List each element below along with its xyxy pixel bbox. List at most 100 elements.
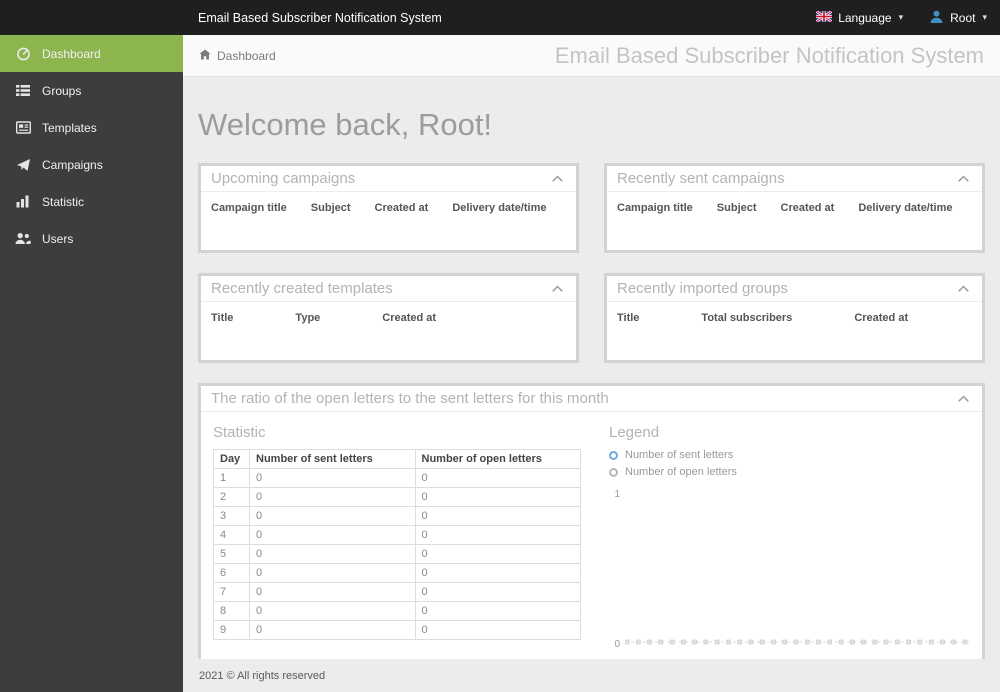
content-area: Dashboard Email Based Subscriber Notific… (183, 35, 1000, 692)
day-cell: 2 (213, 487, 250, 507)
column-header: Title (211, 312, 234, 324)
user-name: Root (950, 10, 976, 25)
chevron-up-icon (958, 395, 969, 402)
table-row: 7 0 0 (213, 582, 581, 602)
collapse-button[interactable] (955, 283, 972, 294)
column-header: Created at (854, 312, 909, 324)
panel-header: Recently created templates (201, 276, 576, 302)
column-header: Created at (374, 202, 429, 214)
open-cell: 0 (414, 620, 581, 640)
day-cell: 7 (213, 582, 250, 602)
collapse-button[interactable] (955, 173, 972, 184)
table-row: 5 0 0 (213, 544, 581, 564)
dashboard-icon (15, 46, 31, 61)
sent-cell: 0 (249, 468, 416, 488)
table-row: 9 0 0 (213, 620, 581, 640)
app-title: Email Based Subscriber Notification Syst… (198, 10, 442, 25)
sidebar-item-label: Groups (42, 83, 82, 98)
collapse-button[interactable] (955, 393, 972, 404)
statistic-column: Statistic Day Number of sent letters Numbe… (213, 414, 591, 646)
column-header: Subject (716, 202, 757, 214)
breadcrumb-current: Dashboard (217, 48, 276, 63)
table-row: 1 0 0 (213, 468, 581, 488)
y-axis-tick-min: 0 (614, 639, 620, 650)
panel-title: Recently sent campaigns (617, 170, 785, 187)
legend-heading: Legend (609, 424, 660, 441)
day-cell: 5 (213, 544, 250, 564)
legend-label: Number of open letters (625, 466, 737, 478)
topbar: Email Based Subscriber Notification Syst… (0, 0, 1000, 35)
breadcrumb[interactable]: Dashboard (199, 49, 276, 63)
statistic-heading: Statistic (213, 424, 266, 441)
column-header: Campaign title (617, 202, 693, 214)
open-cell: 0 (414, 582, 581, 602)
panel-recently-imported-groups: Recently imported groups Title Total subs… (604, 273, 985, 363)
table-row: 6 0 0 (213, 563, 581, 583)
table-body: 1 0 0 2 0 0 3 0 0 4 0 0 5 0 0 6 0 0 7 0 … (213, 468, 581, 640)
open-cell: 0 (414, 506, 581, 526)
table-row: 2 0 0 (213, 487, 581, 507)
panel-header: Upcoming campaigns (201, 166, 576, 192)
collapse-button[interactable] (549, 283, 566, 294)
main-content: Welcome back, Root! Upcoming campaigns C… (183, 107, 1000, 669)
ratio-chart: 1 0 (609, 489, 970, 650)
column-header: Campaign title (211, 202, 287, 214)
user-menu[interactable]: Root ▾ (916, 0, 1000, 35)
panel-body: Title Total subscribers Created at (607, 302, 982, 360)
chart-plot-area (625, 639, 969, 645)
campaigns-icon (15, 158, 31, 172)
users-icon (15, 232, 31, 245)
breadcrumb-bar: Dashboard Email Based Subscriber Notific… (183, 35, 1000, 77)
table-row: 8 0 0 (213, 601, 581, 621)
sidebar-item-templates[interactable]: Templates (0, 109, 183, 146)
day-cell: 8 (213, 601, 250, 621)
column-header: Type (295, 312, 321, 324)
chevron-up-icon (552, 175, 563, 182)
footer: 2021 © All rights reserved (183, 659, 1000, 692)
statistic-icon (15, 195, 31, 208)
legend-item-open[interactable]: Number of open letters (609, 466, 970, 478)
table-headers: Title Type Created at (211, 312, 566, 324)
column-header: Subject (310, 202, 351, 214)
sidebar-item-groups[interactable]: Groups (0, 72, 183, 109)
sidebar: Dashboard Groups Templates Campaigns Sta… (0, 35, 183, 692)
panel-grid: Upcoming campaigns Campaign title Subject… (198, 163, 985, 363)
chevron-up-icon (958, 285, 969, 292)
table-row: 3 0 0 (213, 506, 581, 526)
column-header: Number of sent letters (249, 449, 416, 469)
panel-body: Title Type Created at (201, 302, 576, 360)
column-header: Total subscribers (701, 312, 793, 324)
templates-icon (15, 121, 31, 134)
panel-body: Campaign title Subject Created at Delivery … (607, 192, 982, 250)
table-headers: Campaign title Subject Created at Delivery … (211, 202, 566, 214)
panel-recently-sent-campaigns: Recently sent campaigns Campaign title Su… (604, 163, 985, 253)
groups-icon (15, 84, 31, 97)
legend-item-sent[interactable]: Number of sent letters (609, 449, 970, 461)
column-header: Delivery date/time (858, 202, 953, 214)
day-cell: 9 (213, 620, 250, 640)
uk-flag-icon (815, 9, 833, 25)
sent-cell: 0 (249, 601, 416, 621)
panel-title: The ratio of the open letters to the sen… (211, 390, 609, 407)
caret-down-icon: ▾ (898, 12, 904, 22)
legend-dot-sent-icon (609, 450, 618, 460)
sidebar-item-dashboard[interactable]: Dashboard (0, 35, 183, 72)
column-header: Title (617, 312, 640, 324)
table-headers: Campaign title Subject Created at Delivery … (617, 202, 972, 214)
home-icon (199, 49, 211, 63)
table-row: 4 0 0 (213, 525, 581, 545)
sent-cell: 0 (249, 525, 416, 545)
sidebar-item-campaigns[interactable]: Campaigns (0, 146, 183, 183)
sidebar-item-statistic[interactable]: Statistic (0, 183, 183, 220)
copyright-text: 2021 © All rights reserved (199, 669, 326, 682)
welcome-heading: Welcome back, Root! (198, 107, 493, 142)
sidebar-item-users[interactable]: Users (0, 220, 183, 257)
open-cell: 0 (414, 601, 581, 621)
open-cell: 0 (414, 468, 581, 488)
table-headers: Title Total subscribers Created at (617, 312, 972, 324)
sidebar-item-label: Statistic (42, 194, 85, 209)
language-menu[interactable]: Language ▾ (803, 0, 916, 35)
open-cell: 0 (414, 544, 581, 564)
collapse-button[interactable] (549, 173, 566, 184)
panel-header: The ratio of the open letters to the sen… (201, 386, 982, 412)
